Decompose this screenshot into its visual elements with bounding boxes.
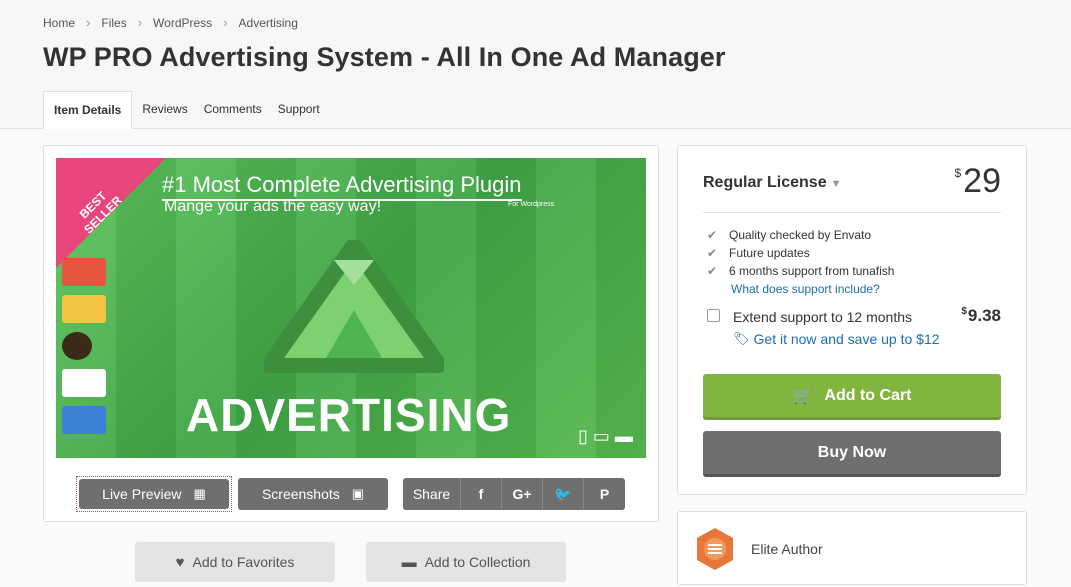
divider — [703, 212, 1001, 213]
add-to-favorites-label: Add to Favorites — [192, 554, 295, 570]
tab-reviews[interactable]: Reviews — [134, 91, 195, 129]
license-price: $29 — [954, 162, 1001, 201]
adsense-icon — [62, 369, 106, 397]
google-plus-icon[interactable]: G+ — [502, 478, 543, 510]
banner-headline: ADVERTISING — [186, 389, 512, 441]
license-selector[interactable]: Regular License ▼ — [703, 174, 842, 192]
screenshots-button[interactable]: Screenshots ▣ — [238, 478, 388, 510]
tag-icon: 🏷 — [733, 331, 750, 346]
screenshots-label: Screenshots — [261, 486, 340, 502]
item-preview-panel: BEST SELLER #1 Most Complete Advertising… — [43, 145, 659, 522]
price-value: 29 — [963, 162, 1001, 200]
chevron-right-icon: › — [223, 15, 228, 30]
tab-item-details[interactable]: Item Details — [43, 91, 133, 129]
twitter-icon[interactable]: 🐦 — [543, 478, 584, 510]
cart-icon: 🛒 — [792, 387, 813, 405]
currency-symbol: $ — [961, 306, 967, 317]
feature-item: ✔ Future updates — [707, 244, 894, 262]
license-features: ✔ Quality checked by Envato ✔ Future updat… — [707, 226, 894, 280]
pinterest-icon[interactable]: P — [584, 478, 625, 510]
extend-price-value: 9.38 — [967, 306, 1001, 325]
share-bar: Share f G+ 🐦 P — [403, 478, 625, 510]
elementor-icon — [62, 258, 106, 286]
feature-item: ✔ 6 months support from tunafish — [707, 262, 894, 280]
ad-network-icons — [62, 258, 114, 443]
mailchimp-icon — [62, 332, 92, 360]
banner-title: #1 Most Complete Advertising Plugin — [162, 172, 522, 201]
extend-support-label[interactable]: Extend support to 12 months — [733, 309, 912, 325]
chevron-right-icon: › — [86, 15, 91, 30]
feature-text: Future updates — [729, 246, 810, 260]
browser-window-icon: ▦ — [193, 486, 206, 501]
breadcrumb: Home › Files › WordPress › Advertising — [43, 15, 298, 30]
plugin-logo-icon — [264, 240, 444, 373]
elite-author-badge-icon — [697, 528, 733, 570]
license-panel: Regular License ▼ $29 ✔ Quality checked by… — [677, 145, 1027, 495]
banner-subtitle: Mange your ads the easy way! — [164, 198, 382, 215]
image-icon: ▣ — [351, 486, 365, 501]
elite-author-label: Elite Author — [751, 541, 823, 557]
google-ads-icon — [62, 406, 106, 434]
share-label: Share — [403, 478, 461, 510]
item-preview-image[interactable]: BEST SELLER #1 Most Complete Advertising… — [56, 158, 646, 458]
folder-icon: ▬ — [401, 553, 417, 571]
vc-icon — [62, 295, 106, 323]
feature-item: ✔ Quality checked by Envato — [707, 226, 894, 244]
breadcrumb-files[interactable]: Files — [101, 16, 126, 30]
check-icon: ✔ — [707, 264, 718, 278]
breadcrumb-advertising[interactable]: Advertising — [239, 16, 298, 30]
live-preview-focus: Live Preview ▦ — [76, 476, 232, 512]
extend-save-text: Get it now and save up to $12 — [753, 331, 940, 347]
add-to-cart-button[interactable]: 🛒 Add to Cart — [703, 374, 1001, 420]
check-icon: ✔ — [707, 228, 718, 242]
live-preview-button[interactable]: Live Preview ▦ — [79, 479, 229, 509]
breadcrumb-home[interactable]: Home — [43, 16, 75, 30]
author-badge-panel: Elite Author — [677, 511, 1027, 585]
feature-text: 6 months support from tunafish — [729, 264, 895, 278]
add-to-collection-label: Add to Collection — [424, 554, 531, 570]
chevron-right-icon: › — [137, 15, 143, 30]
facebook-icon[interactable]: f — [461, 478, 502, 510]
tab-support[interactable]: Support — [270, 91, 328, 129]
devices-icon: ▯ ▭ ▬ — [578, 426, 633, 446]
extend-save-link[interactable]: 🏷 Get it now and save up to $12 — [733, 331, 940, 347]
add-to-collection-button[interactable]: ▬ Add to Collection — [366, 542, 566, 582]
add-to-cart-label: Add to Cart — [824, 386, 912, 404]
caret-down-icon: ▼ — [830, 178, 842, 190]
header-area: Home › Files › WordPress › Advertising W… — [0, 0, 1071, 129]
extend-support-checkbox[interactable] — [707, 309, 720, 322]
check-icon: ✔ — [707, 246, 718, 260]
heart-icon: ♥ — [175, 553, 185, 571]
breadcrumb-wordpress[interactable]: WordPress — [153, 16, 212, 30]
support-info-link[interactable]: What does support include? — [731, 282, 880, 296]
add-to-favorites-button[interactable]: ♥ Add to Favorites — [135, 542, 335, 582]
feature-text: Quality checked by Envato — [729, 228, 872, 242]
banner-platform: For Wordpress — [508, 201, 555, 208]
tab-comments[interactable]: Comments — [196, 91, 270, 129]
live-preview-label: Live Preview — [102, 486, 182, 502]
buy-now-button[interactable]: Buy Now — [703, 431, 1001, 477]
currency-symbol: $ — [954, 166, 962, 180]
extend-support-price: $9.38 — [961, 306, 1001, 326]
page-title: WP PRO Advertising System - All In One A… — [43, 42, 726, 72]
item-tabs: Item Details Reviews Comments Support — [43, 91, 328, 129]
license-title: Regular License — [703, 174, 827, 191]
